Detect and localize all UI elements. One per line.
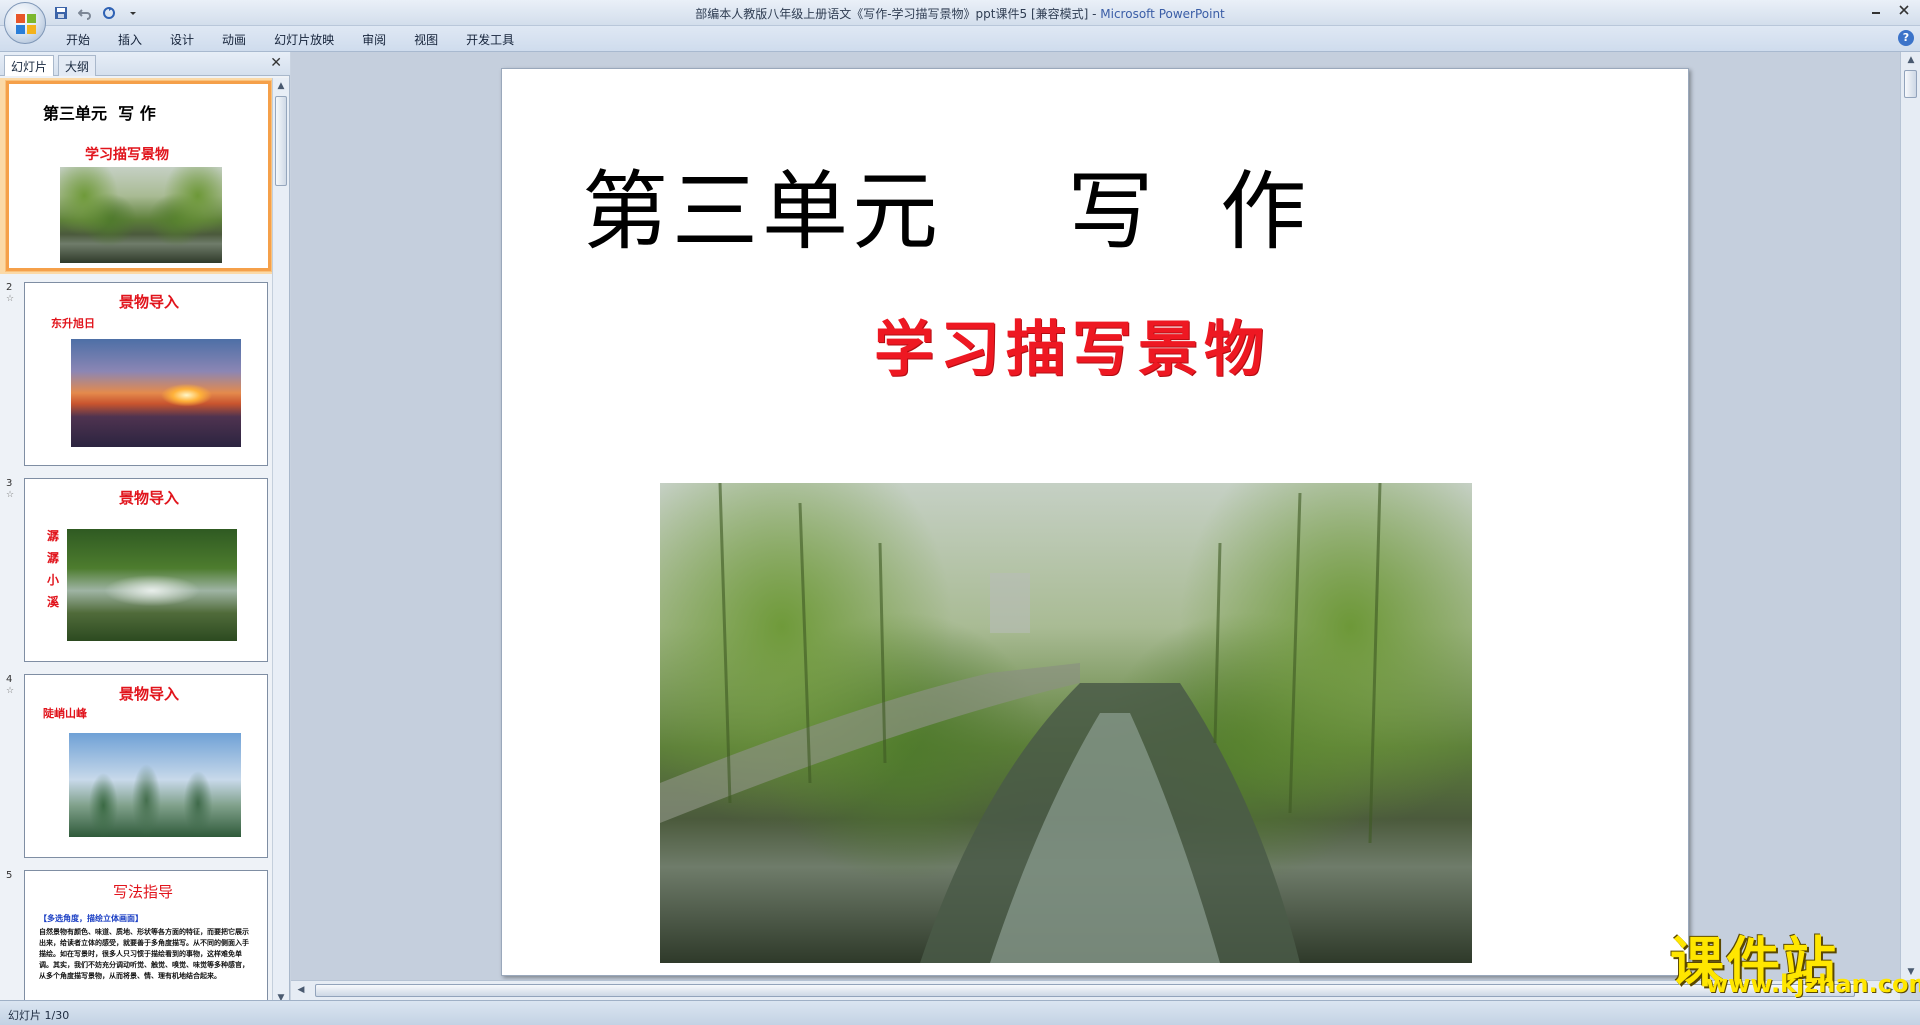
minimize-icon[interactable] bbox=[1862, 0, 1890, 20]
thumbnail-caption: 潺潺小溪 bbox=[47, 529, 60, 609]
thumbnail-title: 第三单元 写 作 bbox=[43, 104, 156, 123]
close-icon[interactable] bbox=[1890, 0, 1918, 20]
thumbnail-item-2[interactable]: 2 ☆ 景物导入 东升旭日 bbox=[0, 278, 272, 468]
thumbnail-title: 景物导入 bbox=[119, 293, 180, 311]
thumbnail-item-1[interactable]: 1 ☆ 第三单元 写 作 学习描写景物 bbox=[0, 78, 272, 274]
help-icon[interactable]: ? bbox=[1898, 30, 1914, 46]
tab-home[interactable]: 开始 bbox=[52, 30, 104, 50]
slide-editing-area: 第三单元 写 作 学习描写景物 bbox=[291, 52, 1900, 980]
tab-slide-show[interactable]: 幻灯片放映 bbox=[260, 30, 348, 50]
thumbnail-item-5[interactable]: 5 写法指导 【多选角度，描绘立体画面】 自然景物有颜色、味道、质地、形状等各方… bbox=[0, 866, 272, 1006]
scroll-left-icon[interactable]: ◀ bbox=[295, 984, 307, 996]
window-title-prefix: 部编本人教版八年级上册语文《写作-学习描写景物》ppt课件5 [兼容模式] - bbox=[695, 7, 1101, 21]
window-controls bbox=[1862, 0, 1918, 20]
tab-review[interactable]: 审阅 bbox=[348, 30, 400, 50]
tab-developer[interactable]: 开发工具 bbox=[452, 30, 528, 50]
thumbnail-list: 1 ☆ 第三单元 写 作 学习描写景物 2 ☆ 景物导入 东升旭日 bbox=[0, 78, 272, 1006]
thumbnail-bullet: 【多选角度，描绘立体画面】 bbox=[39, 914, 143, 923]
thumbnail-caption: 东升旭日 bbox=[51, 317, 95, 330]
panel-scrollbar[interactable]: ▲ ▼ bbox=[272, 78, 289, 1006]
slide-subtitle[interactable]: 学习描写景物 bbox=[792, 301, 1352, 388]
thumbnail-image-stream bbox=[67, 529, 237, 641]
title-bar: 部编本人教版八年级上册语文《写作-学习描写景物》ppt课件5 [兼容模式] - … bbox=[0, 0, 1920, 26]
watermark-logo: 课件站 www.kjzhan.com bbox=[1670, 918, 1920, 998]
animation-star-icon: ☆ bbox=[6, 490, 15, 500]
thumbnail-number: 2 bbox=[6, 282, 13, 293]
office-logo-icon bbox=[16, 14, 36, 34]
thumbnail-caption: 陡峭山峰 bbox=[43, 707, 87, 720]
slides-panel: 幻灯片 大纲 ✕ 1 ☆ 第三单元 写 作 学习描写景物 2 ☆ bbox=[0, 52, 290, 1006]
office-button[interactable] bbox=[4, 2, 46, 44]
vertical-scrollbar[interactable]: ▲ ▼ bbox=[1900, 52, 1920, 980]
tab-outline[interactable]: 大纲 bbox=[58, 55, 97, 76]
thumbnail-image-willow bbox=[60, 167, 222, 263]
tab-insert[interactable]: 插入 bbox=[104, 30, 156, 50]
slide-image-willow-river[interactable] bbox=[660, 483, 1472, 963]
slide-canvas[interactable]: 第三单元 写 作 学习描写景物 bbox=[501, 68, 1689, 976]
thumbnail-title: 写法指导 bbox=[113, 883, 174, 901]
thumbnail-item-4[interactable]: 4 ☆ 景物导入 陡峭山峰 bbox=[0, 670, 272, 860]
horizontal-scroll-thumb[interactable] bbox=[315, 984, 1855, 997]
slide-thumbnail[interactable]: 景物导入 东升旭日 bbox=[24, 282, 268, 466]
thumbnail-image-sunrise bbox=[71, 339, 241, 447]
watermark-url: www.kjzhan.com bbox=[1706, 970, 1920, 998]
window-title: 部编本人教版八年级上册语文《写作-学习描写景物》ppt课件5 [兼容模式] - … bbox=[0, 5, 1920, 22]
app-name: Microsoft PowerPoint bbox=[1100, 7, 1225, 21]
powerpoint-window: 部编本人教版八年级上册语文《写作-学习描写景物》ppt课件5 [兼容模式] - … bbox=[0, 0, 1920, 1025]
willow-scene-details bbox=[660, 483, 1382, 963]
slide-thumbnail[interactable]: 景物导入 潺潺小溪 bbox=[24, 478, 268, 662]
ribbon-tabs: 开始 插入 设计 动画 幻灯片放映 审阅 视图 开发工具 bbox=[52, 30, 528, 50]
slide-thumbnail[interactable]: 第三单元 写 作 学习描写景物 bbox=[6, 81, 271, 271]
horizontal-scrollbar[interactable]: ◀ ▶ bbox=[291, 980, 1900, 1000]
thumbnail-number: 4 bbox=[6, 674, 13, 685]
vertical-scroll-thumb[interactable] bbox=[1904, 70, 1917, 98]
tab-animations[interactable]: 动画 bbox=[208, 30, 260, 50]
thumbnail-number: 3 bbox=[6, 478, 13, 489]
animation-star-icon: ☆ bbox=[6, 294, 15, 304]
panel-scroll-thumb[interactable] bbox=[275, 96, 287, 186]
scroll-up-icon[interactable]: ▲ bbox=[1905, 54, 1917, 66]
animation-star-icon: ☆ bbox=[6, 686, 15, 696]
status-bar: 幻灯片 1/30 bbox=[0, 1000, 1920, 1025]
thumbnail-title: 景物导入 bbox=[119, 489, 180, 507]
tab-design[interactable]: 设计 bbox=[156, 30, 208, 50]
thumbnail-subtitle: 学习描写景物 bbox=[85, 147, 169, 163]
tab-view[interactable]: 视图 bbox=[400, 30, 452, 50]
ribbon-tab-bar: 开始 插入 设计 动画 幻灯片放映 审阅 视图 开发工具 ? bbox=[0, 26, 1920, 52]
tab-slides[interactable]: 幻灯片 bbox=[4, 55, 55, 76]
slide-counter: 幻灯片 1/30 bbox=[8, 1009, 70, 1022]
thumbnail-image-peaks bbox=[69, 733, 241, 837]
thumbnail-number: 5 bbox=[6, 870, 13, 881]
thumbnail-body: 自然景物有颜色、味道、质地、形状等各方面的特征，而要把它展示出来，给读者立体的感… bbox=[39, 928, 249, 980]
slide-thumbnail[interactable]: 写法指导 【多选角度，描绘立体画面】 自然景物有颜色、味道、质地、形状等各方面的… bbox=[24, 870, 268, 1006]
panel-close-icon[interactable]: ✕ bbox=[270, 55, 282, 71]
scroll-up-icon[interactable]: ▲ bbox=[275, 80, 287, 92]
panel-tabs: 幻灯片 大纲 ✕ bbox=[0, 52, 290, 76]
slide-title[interactable]: 第三单元 写 作 bbox=[582, 141, 1310, 266]
thumbnail-title: 景物导入 bbox=[119, 685, 180, 703]
slide-thumbnail[interactable]: 景物导入 陡峭山峰 bbox=[24, 674, 268, 858]
thumbnail-item-3[interactable]: 3 ☆ 景物导入 潺潺小溪 bbox=[0, 474, 272, 664]
